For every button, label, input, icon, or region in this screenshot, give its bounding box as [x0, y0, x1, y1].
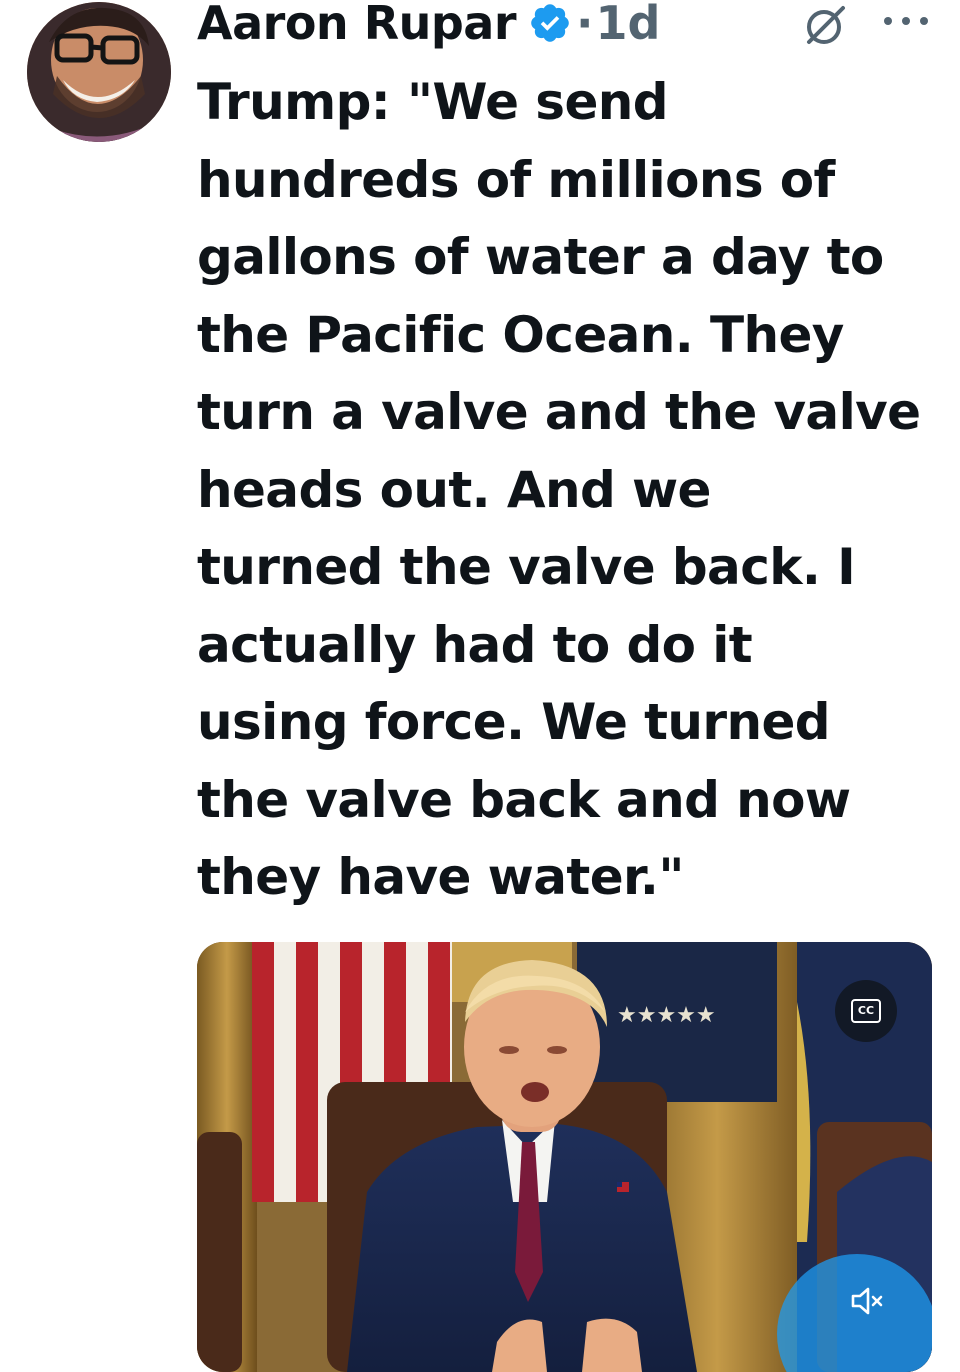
avatar-image — [27, 2, 171, 142]
grok-icon[interactable] — [803, 2, 849, 48]
captions-icon: CC — [851, 999, 881, 1023]
tweet[interactable]: Aaron Rupar · 1d Trump: "We send hundred… — [0, 0, 960, 1372]
author-name[interactable]: Aaron Rupar — [197, 0, 517, 50]
verified-badge-icon — [531, 4, 569, 42]
captions-button[interactable]: CC — [835, 980, 897, 1042]
tweet-header: Aaron Rupar · 1d — [197, 0, 660, 58]
timestamp[interactable]: 1d — [596, 0, 661, 50]
mute-icon — [851, 1287, 883, 1315]
svg-text:★★★★★: ★★★★★ — [617, 1003, 716, 1028]
avatar[interactable] — [27, 2, 171, 142]
tweet-text: Trump: "We send hundreds of millions of … — [197, 73, 921, 906]
video-player[interactable]: ★★★★★ CC — [197, 942, 932, 1372]
more-icon[interactable] — [876, 6, 936, 36]
header-separator: · — [576, 0, 594, 50]
